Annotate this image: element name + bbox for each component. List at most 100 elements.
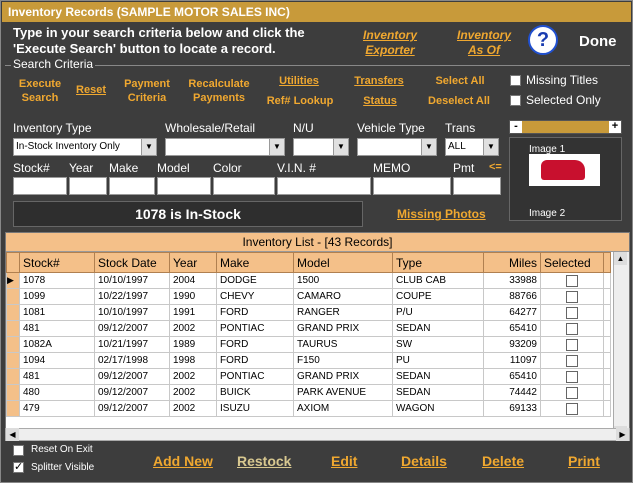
color-input[interactable] — [213, 177, 275, 195]
table-cell[interactable]: 480 — [19, 384, 95, 401]
trans-select[interactable]: ALL ▼ — [445, 138, 499, 156]
row-select-checkbox[interactable] — [566, 354, 578, 367]
utilities-button[interactable]: Utilities — [269, 74, 329, 88]
table-cell[interactable]: GRAND PRIX — [293, 320, 393, 337]
table-row[interactable]: 1081 10/10/1997 1991 FORD RANGER P/U 64277 — [6, 304, 611, 321]
table-cell[interactable]: 74442 — [483, 384, 541, 401]
col-stock[interactable]: Stock# — [19, 252, 95, 273]
table-row[interactable]: 1082A 10/21/1997 1989 FORD TAURUS SW 93209 — [6, 336, 611, 353]
table-cell[interactable]: CHEVY — [216, 288, 294, 305]
table-cell[interactable]: 02/17/1998 — [94, 352, 170, 369]
table-cell[interactable]: FORD — [216, 304, 294, 321]
table-cell[interactable]: 1991 — [169, 304, 217, 321]
table-row[interactable]: 480 09/12/2007 2002 BUICK PARK AVENUE SEDAN 74… — [6, 384, 611, 401]
print-button[interactable]: Print — [568, 453, 600, 469]
chevron-down-icon[interactable]: ▼ — [269, 139, 284, 155]
help-icon[interactable]: ? — [528, 25, 558, 55]
table-cell[interactable]: 64277 — [483, 304, 541, 321]
minus-icon[interactable]: - — [510, 121, 522, 133]
reset-button[interactable]: Reset — [71, 83, 111, 97]
table-cell[interactable]: 1500 — [293, 272, 393, 289]
restock-button[interactable]: Restock — [237, 453, 291, 469]
wholesale-retail-select[interactable]: ▼ — [165, 138, 285, 156]
table-cell[interactable]: 1998 — [169, 352, 217, 369]
table-cell[interactable]: 479 — [19, 400, 95, 417]
row-select-checkbox[interactable] — [566, 306, 578, 319]
deselect-all-button[interactable]: Deselect All — [421, 94, 497, 108]
table-cell[interactable]: FORD — [216, 336, 294, 353]
pmt-arrow-button[interactable]: <= — [489, 161, 502, 173]
row-selector[interactable] — [6, 400, 20, 417]
table-cell[interactable]: 10/21/1997 — [94, 336, 170, 353]
chevron-down-icon[interactable]: ▼ — [333, 139, 348, 155]
row-selector[interactable] — [6, 352, 20, 369]
done-button[interactable]: Done — [579, 33, 617, 50]
row-selector[interactable] — [6, 288, 20, 305]
row-selector[interactable] — [6, 304, 20, 321]
table-cell[interactable]: 2002 — [169, 384, 217, 401]
table-cell[interactable]: 2004 — [169, 272, 217, 289]
execute-search-button[interactable]: Execute Search — [13, 77, 67, 105]
row-selector[interactable] — [6, 320, 20, 337]
table-cell[interactable]: RANGER — [293, 304, 393, 321]
table-cell[interactable]: SW — [392, 336, 484, 353]
table-cell[interactable]: GRAND PRIX — [293, 368, 393, 385]
table-cell[interactable]: FORD — [216, 352, 294, 369]
table-row[interactable]: 1094 02/17/1998 1998 FORD F150 PU 11097 — [6, 352, 611, 369]
table-cell[interactable]: 1082A — [19, 336, 95, 353]
table-cell[interactable]: SEDAN — [392, 384, 484, 401]
table-cell[interactable]: 11097 — [483, 352, 541, 369]
table-row[interactable]: 481 09/12/2007 2002 PONTIAC GRAND PRIX SEDAN 6… — [6, 368, 611, 385]
inventory-type-select[interactable]: In-Stock Inventory Only ▼ — [13, 138, 157, 156]
scroll-right-icon[interactable]: ▶ — [616, 428, 629, 441]
selected-only-checkbox[interactable] — [510, 95, 521, 106]
table-cell[interactable]: 1094 — [19, 352, 95, 369]
row-select-checkbox[interactable] — [566, 322, 578, 335]
row-select-checkbox[interactable] — [566, 402, 578, 415]
scroll-up-icon[interactable]: ▲ — [614, 252, 627, 265]
ref-lookup-button[interactable]: Ref# Lookup — [263, 94, 337, 108]
inventory-as-of-link[interactable]: Inventory As Of — [453, 28, 515, 58]
table-cell[interactable]: COUPE — [392, 288, 484, 305]
vehicle-photo[interactable] — [529, 154, 600, 186]
splitter-visible-checkbox[interactable] — [13, 460, 24, 473]
table-cell[interactable]: 2002 — [169, 368, 217, 385]
table-cell[interactable]: 65410 — [483, 320, 541, 337]
make-input[interactable] — [109, 177, 155, 195]
image-slider[interactable]: - + — [509, 120, 622, 134]
chevron-down-icon[interactable]: ▼ — [141, 139, 156, 155]
table-cell[interactable]: BUICK — [216, 384, 294, 401]
chevron-down-icon[interactable]: ▼ — [483, 139, 498, 155]
row-selector[interactable] — [6, 384, 20, 401]
table-cell[interactable]: PARK AVENUE — [293, 384, 393, 401]
table-cell[interactable]: 33988 — [483, 272, 541, 289]
model-input[interactable] — [157, 177, 211, 195]
table-cell[interactable]: P/U — [392, 304, 484, 321]
table-cell[interactable]: PU — [392, 352, 484, 369]
table-cell[interactable]: 65410 — [483, 368, 541, 385]
table-cell[interactable]: 09/12/2007 — [94, 368, 170, 385]
missing-titles-checkbox[interactable] — [510, 75, 521, 86]
col-stock-date[interactable]: Stock Date — [94, 252, 170, 273]
add-new-button[interactable]: Add New — [153, 453, 213, 469]
table-cell[interactable]: 10/10/1997 — [94, 304, 170, 321]
vertical-scrollbar[interactable]: ▲ ▼ — [613, 252, 629, 439]
table-cell[interactable]: 88766 — [483, 288, 541, 305]
col-type[interactable]: Type — [392, 252, 484, 273]
table-cell[interactable]: 09/12/2007 — [94, 384, 170, 401]
table-cell[interactable]: 10/10/1997 — [94, 272, 170, 289]
transfers-button[interactable]: Transfers — [349, 74, 409, 88]
table-cell[interactable]: AXIOM — [293, 400, 393, 417]
table-cell[interactable]: 1990 — [169, 288, 217, 305]
details-button[interactable]: Details — [401, 453, 447, 469]
col-make[interactable]: Make — [216, 252, 294, 273]
table-row[interactable]: ▶ 1078 10/10/1997 2004 DODGE 1500 CLUB CAB 3398… — [6, 272, 611, 289]
recalculate-payments-button[interactable]: Recalculate Payments — [183, 77, 255, 105]
col-selected[interactable]: Selected — [540, 252, 604, 273]
col-model[interactable]: Model — [293, 252, 393, 273]
row-selector[interactable] — [6, 368, 20, 385]
pmt-input[interactable] — [453, 177, 501, 195]
vehicle-type-select[interactable]: ▼ — [357, 138, 437, 156]
table-cell[interactable]: 2002 — [169, 400, 217, 417]
table-cell[interactable]: 69133 — [483, 400, 541, 417]
